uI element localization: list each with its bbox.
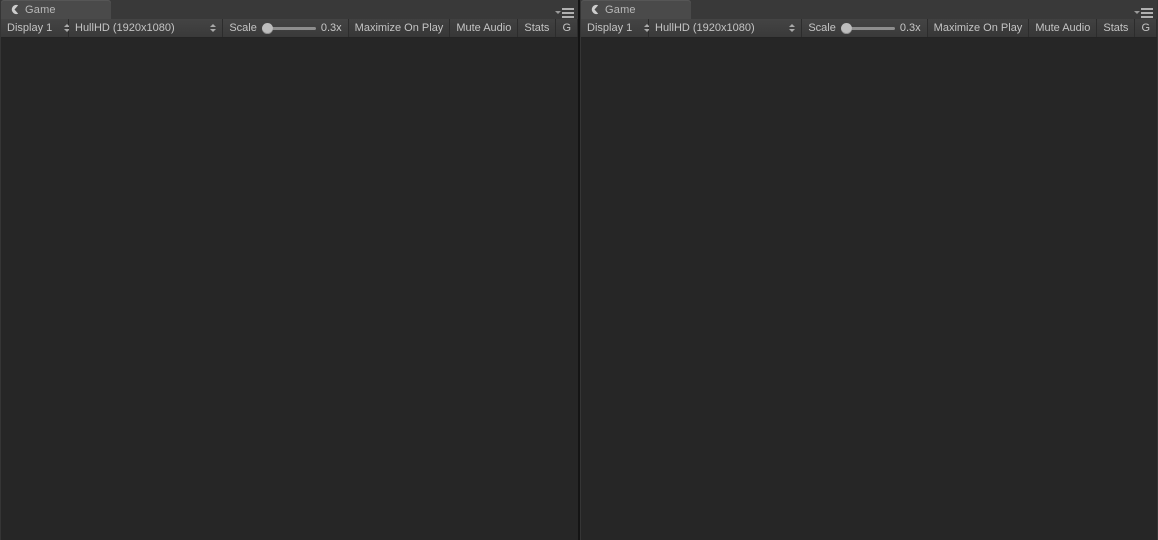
scale-control-left[interactable]: Scale 0.3x xyxy=(223,19,349,37)
scale-value-left: 0.3x xyxy=(320,22,342,34)
game-panel-left: Game Display 1 HullHD (1920x1080) Scale xyxy=(0,0,580,540)
resolution-dropdown-left-label: HullHD (1920x1080) xyxy=(75,22,175,34)
display-dropdown-left[interactable]: Display 1 xyxy=(1,19,71,37)
scale-slider-track xyxy=(267,26,316,30)
hamburger-menu-icon xyxy=(1141,8,1153,18)
stats-label-left: Stats xyxy=(524,22,550,34)
tab-game-left[interactable]: Game xyxy=(1,0,111,19)
editor-window: Game Display 1 HullHD (1920x1080) Scale xyxy=(0,0,1158,540)
chevron-down-icon xyxy=(555,10,561,14)
scale-slider-left[interactable] xyxy=(261,22,316,34)
game-toolbar-right: Display 1 HullHD (1920x1080) Scale 0.3x … xyxy=(581,19,1157,38)
scale-control-right[interactable]: Scale 0.3x xyxy=(802,19,928,37)
chevron-down-icon xyxy=(1134,10,1140,14)
mute-audio-toggle-right[interactable]: Mute Audio xyxy=(1029,19,1098,37)
panel-menu-left[interactable] xyxy=(555,8,574,18)
scale-slider-track xyxy=(846,26,895,30)
tab-game-right-label: Game xyxy=(605,3,636,16)
display-dropdown-left-label: Display 1 xyxy=(7,22,53,34)
scale-slider-knob[interactable] xyxy=(840,22,852,34)
hamburger-menu-icon xyxy=(562,8,574,18)
updown-arrows-icon xyxy=(210,24,217,32)
stats-toggle-right[interactable]: Stats xyxy=(1097,19,1136,37)
mute-audio-toggle-left[interactable]: Mute Audio xyxy=(450,19,519,37)
maximize-on-play-label-right: Maximize On Play xyxy=(933,22,1023,34)
gizmos-label-left: G xyxy=(562,22,571,34)
scale-label-left: Scale xyxy=(229,22,257,34)
maximize-on-play-toggle-left[interactable]: Maximize On Play xyxy=(348,19,451,37)
scale-label-right: Scale xyxy=(808,22,836,34)
panel-menu-right[interactable] xyxy=(1134,8,1153,18)
tab-game-right[interactable]: Game xyxy=(581,0,691,19)
resolution-dropdown-right[interactable]: HullHD (1920x1080) xyxy=(649,19,803,37)
mute-audio-label-left: Mute Audio xyxy=(456,22,512,34)
gizmos-dropdown-right[interactable]: G xyxy=(1135,19,1157,37)
game-panel-right: Game Display 1 HullHD (1920x1080) Scale xyxy=(580,0,1158,540)
scale-slider-right[interactable] xyxy=(840,22,895,34)
stats-label-right: Stats xyxy=(1103,22,1129,34)
resolution-dropdown-right-label: HullHD (1920x1080) xyxy=(655,22,755,34)
scale-slider-knob[interactable] xyxy=(261,22,273,34)
maximize-on-play-toggle-right[interactable]: Maximize On Play xyxy=(927,19,1030,37)
tab-game-left-label: Game xyxy=(25,3,56,16)
gizmos-label-right: G xyxy=(1141,22,1150,34)
display-dropdown-right-label: Display 1 xyxy=(587,22,633,34)
display-dropdown-right[interactable]: Display 1 xyxy=(581,19,651,37)
resolution-dropdown-left[interactable]: HullHD (1920x1080) xyxy=(69,19,224,37)
maximize-on-play-label-left: Maximize On Play xyxy=(354,22,444,34)
game-toolbar-left: Display 1 HullHD (1920x1080) Scale 0.3x … xyxy=(1,19,578,38)
gizmos-dropdown-left[interactable]: G xyxy=(556,19,578,37)
mute-audio-label-right: Mute Audio xyxy=(1035,22,1091,34)
tabbar-right: Game xyxy=(581,0,1157,19)
stats-toggle-left[interactable]: Stats xyxy=(518,19,557,37)
unity-game-pacman-icon xyxy=(9,4,20,15)
unity-game-pacman-icon xyxy=(589,4,600,15)
tabbar-left: Game xyxy=(1,0,578,19)
scale-value-right: 0.3x xyxy=(899,22,921,34)
updown-arrows-icon xyxy=(789,24,796,32)
